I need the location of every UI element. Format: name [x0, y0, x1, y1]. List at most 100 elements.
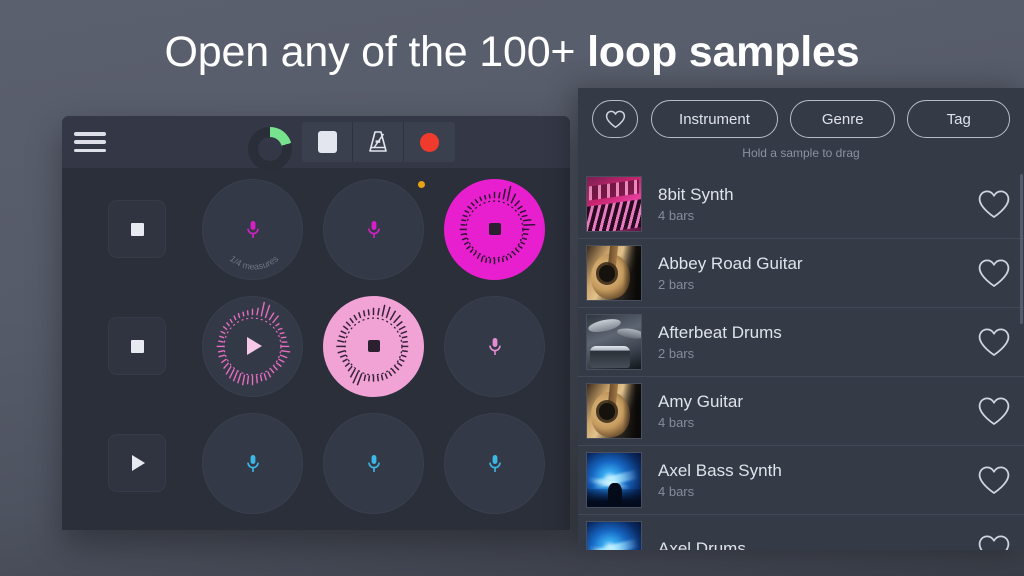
sample-bars: 4 bars: [658, 483, 695, 499]
sample-thumbnail-guitar: [586, 245, 642, 301]
metronome-button[interactable]: [353, 122, 404, 162]
sample-thumbnail-drums: [586, 314, 642, 370]
track-stop-button-1[interactable]: [108, 200, 166, 258]
sample-name: 8bit Synth: [658, 184, 734, 204]
microphone-icon: [367, 220, 381, 239]
list-item[interactable]: Afterbeat Drums 2 bars: [578, 308, 1024, 377]
sample-list[interactable]: 8bit Synth 4 bars Abbey Road Guitar 2 ba…: [578, 170, 1024, 550]
pad-r2c3[interactable]: [444, 295, 545, 397]
pad-r3c3[interactable]: [444, 412, 545, 514]
pad-grid: 1/4 measures: [62, 168, 570, 530]
microphone-icon: [246, 454, 260, 473]
sample-text: Axel Bass Synth 4 bars: [658, 460, 974, 501]
hamburger-line: [74, 148, 106, 152]
record-icon: [420, 132, 439, 152]
filter-genre-button[interactable]: Genre: [789, 100, 896, 138]
sample-text: Axel Drums: [658, 538, 974, 551]
heart-icon: [978, 534, 1010, 550]
favorite-button[interactable]: [974, 465, 1014, 496]
hamburger-menu-icon[interactable]: [74, 130, 106, 154]
sample-text: Amy Guitar 4 bars: [658, 391, 974, 432]
pad-row: [62, 287, 570, 405]
filter-instrument-button[interactable]: Instrument: [651, 100, 778, 138]
hamburger-line: [74, 132, 106, 136]
hamburger-line: [74, 140, 106, 144]
sample-bars: 2 bars: [658, 345, 695, 361]
svg-text:1/4 measures: 1/4 measures: [228, 253, 281, 271]
play-icon: [247, 337, 262, 355]
sample-name: Afterbeat Drums: [658, 322, 782, 342]
sample-browser-panel: Instrument Genre Tag Hold a sample to dr…: [578, 88, 1024, 550]
stop-icon: [317, 131, 337, 153]
thumb-detail: [587, 199, 641, 231]
sample-thumbnail-guitar: [586, 383, 642, 439]
pad-r2c2-playing[interactable]: [323, 295, 424, 397]
thumb-detail: [598, 403, 616, 420]
thumb-detail: [607, 483, 622, 505]
list-item[interactable]: Axel Bass Synth 4 bars: [578, 446, 1024, 515]
heart-icon: [978, 189, 1010, 218]
thumb-detail: [598, 265, 616, 282]
stop-button[interactable]: [302, 122, 353, 162]
record-button[interactable]: [404, 122, 455, 162]
sample-thumbnail-stage: [586, 521, 642, 550]
filter-bar: Instrument Genre Tag: [578, 88, 1024, 150]
favorite-button[interactable]: [974, 396, 1014, 427]
page-headline: Open any of the 100+ loop samples: [0, 22, 1024, 82]
list-item[interactable]: 8bit Synth 4 bars: [578, 170, 1024, 239]
thumb-detail: [616, 326, 641, 340]
sample-text: Afterbeat Drums 2 bars: [658, 322, 974, 363]
microphone-icon: [488, 454, 502, 473]
drag-hint-text: Hold a sample to drag: [742, 146, 860, 160]
thumb-detail: [622, 384, 641, 438]
thumb-detail: [622, 246, 641, 300]
pad-r1c2[interactable]: [323, 178, 425, 280]
app-toolbar: [62, 116, 570, 171]
pad-r1c1[interactable]: 1/4 measures: [202, 178, 303, 280]
stop-icon: [488, 223, 501, 235]
pad-row: [62, 404, 570, 522]
heart-icon: [978, 396, 1010, 425]
heart-icon: [978, 258, 1010, 287]
sample-name: Amy Guitar: [658, 391, 744, 411]
favorite-button[interactable]: [974, 258, 1014, 289]
loop-progress-dial[interactable]: [248, 127, 292, 171]
pad-r1c3-recording[interactable]: [444, 178, 545, 280]
sample-text: Abbey Road Guitar 2 bars: [658, 253, 974, 294]
favorite-button[interactable]: [974, 327, 1014, 358]
pad-r3c1[interactable]: [202, 412, 303, 514]
metronome-icon: [367, 130, 389, 154]
stop-icon: [130, 339, 144, 353]
stop-icon: [130, 222, 144, 236]
pad-r3c2[interactable]: [323, 412, 424, 514]
app-window: 1/4 measures: [62, 116, 570, 530]
transport-controls: [302, 122, 455, 162]
list-item[interactable]: Abbey Road Guitar 2 bars: [578, 239, 1024, 308]
thumb-detail: [589, 179, 639, 201]
filter-favorites-button[interactable]: [592, 100, 638, 138]
sample-thumbnail-synth: [586, 176, 642, 232]
heart-icon: [978, 327, 1010, 356]
play-icon: [132, 455, 145, 471]
microphone-icon: [246, 220, 260, 239]
thumb-detail: [590, 346, 631, 368]
favorite-button[interactable]: [974, 189, 1014, 220]
track-play-button-3[interactable]: [108, 434, 166, 492]
track-stop-button-2[interactable]: [108, 317, 166, 375]
headline-bold-text: loop samples: [587, 28, 860, 76]
heart-icon: [605, 110, 626, 129]
pad-r2c1-loaded[interactable]: [202, 295, 303, 397]
panel-scrollbar[interactable]: [1020, 174, 1023, 324]
sample-bars: 4 bars: [658, 414, 695, 430]
sample-text: 8bit Synth 4 bars: [658, 184, 974, 225]
sample-name: Axel Bass Synth: [658, 460, 782, 480]
sample-name: Abbey Road Guitar: [658, 253, 803, 273]
favorite-button[interactable]: [974, 534, 1014, 550]
filter-tag-button[interactable]: Tag: [907, 100, 1011, 138]
pad-row: 1/4 measures: [62, 170, 570, 288]
list-item[interactable]: Amy Guitar 4 bars: [578, 377, 1024, 446]
list-item[interactable]: Axel Drums: [578, 515, 1024, 550]
heart-icon: [978, 465, 1010, 494]
stop-icon: [367, 340, 380, 352]
sample-bars: 4 bars: [658, 207, 695, 223]
